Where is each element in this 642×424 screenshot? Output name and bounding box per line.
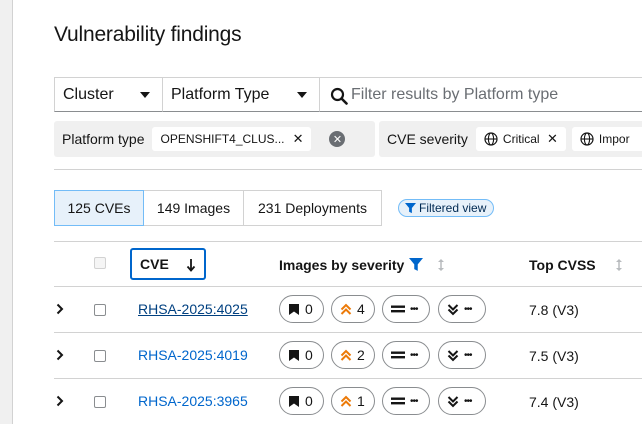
top-cvss-value: 7.8 (V3) [529,302,579,318]
important-count-badge: 2 [331,341,375,369]
critical-severity-icon [289,349,299,361]
moderate-count-badge: ••• [382,341,430,369]
row-checkbox[interactable] [94,350,106,362]
close-icon[interactable]: ✕ [547,131,558,147]
moderate-count: ••• [410,349,418,361]
low-severity-icon [447,395,459,407]
globe-icon [484,132,498,146]
low-severity-icon [447,303,459,315]
platform-filter-label: Platform type [62,131,145,147]
critical-count: 0 [305,301,313,317]
low-count: ••• [464,303,472,315]
important-count: 2 [357,347,365,363]
moderate-severity-icon [391,397,405,405]
severity-chip-text: Impor [598,132,630,146]
expand-row-icon[interactable] [56,394,64,410]
low-count-badge: ••• [438,341,486,369]
critical-count-badge: 0 [279,295,324,323]
important-count-badge: 4 [331,295,375,323]
important-severity-icon [340,303,352,315]
expand-row-icon[interactable] [56,348,64,364]
top-cvss-header[interactable]: Top CVSS [529,242,624,288]
images-by-severity-header[interactable]: Images by severity [279,242,446,288]
search-box [319,77,642,112]
main-panel: Vulnerability findings Cluster Platform … [12,0,642,424]
toggle-deployments[interactable]: 231 Deployments [243,190,382,226]
important-severity-icon [340,395,352,407]
low-count-badge: ••• [438,295,486,323]
severity-filter-chipgroup: CVE severity Critical ✕ Impor [379,121,642,157]
platform-filter-chipgroup: Platform type OPENSHIFT4_CLUS... ✕ ✕ [54,121,375,157]
moderate-count-badge: ••• [382,295,430,323]
important-severity-icon [340,349,352,361]
row-checkbox[interactable] [94,396,106,408]
filtered-view-text: Filtered view [419,201,487,215]
caret-down-icon [297,92,307,98]
clear-group-icon[interactable]: ✕ [329,131,346,147]
important-count-badge: 1 [331,387,375,415]
table-row: RHSA-2025:3965 0 1 ••• ••• 7.4 (V3) [54,379,642,424]
cve-header-label: CVE [140,256,169,272]
cve-link[interactable]: RHSA-2025:3965 [138,393,248,409]
search-icon [330,87,348,105]
top-cvss-label: Top CVSS [529,257,596,273]
cve-sort-header[interactable]: CVE [130,248,206,280]
moderate-count: ••• [410,395,418,407]
cve-link[interactable]: RHSA-2025:4019 [138,347,248,363]
severity-chip-text: Critical [502,132,540,146]
important-count: 4 [357,301,365,317]
filter-icon [409,258,424,271]
critical-count-badge: 0 [279,387,324,415]
platform-filter-chip: OPENSHIFT4_CLUS... ✕ [152,127,312,151]
moderate-severity-icon [391,305,405,313]
low-count-badge: ••• [438,387,486,415]
platform-filter-chip-text: OPENSHIFT4_CLUS... [160,132,285,146]
severity-filter-label: CVE severity [387,131,468,147]
search-input[interactable] [351,83,642,107]
entity-toggle-group: 125 CVEs 149 Images 231 Deployments [54,190,382,226]
low-severity-icon [447,349,459,361]
globe-icon [580,132,594,146]
attribute-dropdown-label: Platform Type [171,85,270,103]
toggle-images[interactable]: 149 Images [143,190,244,226]
expand-row-icon[interactable] [56,302,64,318]
row-checkbox[interactable] [94,304,106,316]
cve-link[interactable]: RHSA-2025:4025 [138,301,248,317]
entity-dropdown[interactable]: Cluster [54,77,163,112]
close-icon[interactable]: ✕ [293,131,304,147]
sort-icon [438,259,445,271]
select-all-checkbox[interactable] [94,257,106,269]
filter-icon [405,202,416,213]
page-title: Vulnerability findings [54,23,242,46]
caret-down-icon [140,92,150,98]
entity-dropdown-label: Cluster [63,85,114,103]
important-count: 1 [357,393,365,409]
critical-severity-icon [289,395,299,407]
images-by-severity-label: Images by severity [279,257,405,273]
low-count: ••• [464,395,472,407]
table-header: CVE Images by severity Top CVSS [54,241,642,287]
attribute-dropdown[interactable]: Platform Type [162,77,320,112]
toggle-cves[interactable]: 125 CVEs [54,190,144,226]
top-cvss-value: 7.5 (V3) [529,348,579,364]
severity-chip-critical: Critical ✕ [475,127,566,151]
critical-severity-icon [289,303,299,315]
moderate-count-badge: ••• [382,387,430,415]
moderate-count: ••• [410,303,418,315]
critical-count: 0 [305,347,313,363]
sort-icon [615,259,622,271]
critical-count-badge: 0 [279,341,324,369]
filter-toolbar: Cluster Platform Type [54,77,642,112]
low-count: ••• [464,349,472,361]
divider [54,169,642,170]
table-row: RHSA-2025:4025 0 4 ••• ••• 7.8 (V3) [54,287,642,333]
moderate-severity-icon [391,351,405,359]
critical-count: 0 [305,393,313,409]
severity-chip-important: Impor [571,127,642,151]
top-cvss-value: 7.4 (V3) [529,394,579,410]
table-row: RHSA-2025:4019 0 2 ••• ••• 7.5 (V3) [54,333,642,379]
filtered-view-badge: Filtered view [398,199,495,217]
sort-down-icon [186,259,196,272]
